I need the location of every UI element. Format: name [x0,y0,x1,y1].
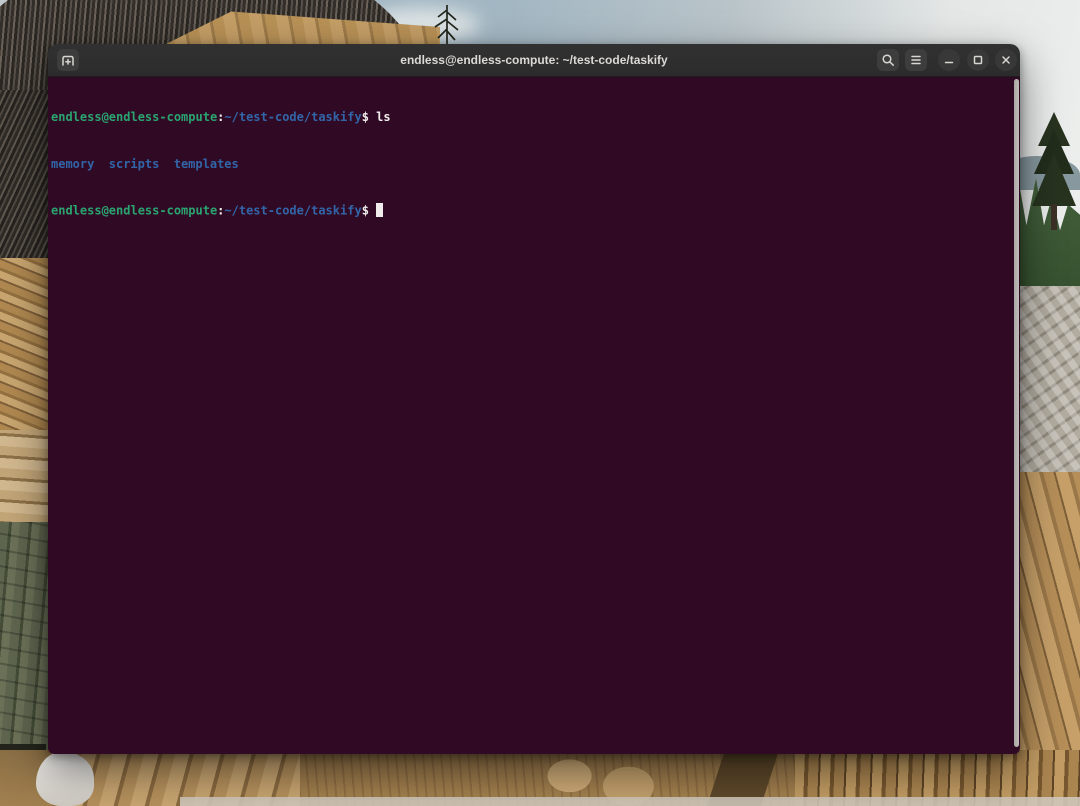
scrollbar[interactable] [1014,79,1019,747]
wallpaper-green-shingles [0,522,50,762]
wallpaper-light-ledge [180,797,1080,806]
wallpaper-sapling-tree [423,0,471,48]
minimize-button[interactable] [938,49,960,71]
minimize-icon [941,52,957,68]
terminal-line-prompt-ls: endless@endless-compute:~/test-code/task… [51,110,1010,126]
ls-entry: templates [174,157,239,171]
maximize-button[interactable] [967,49,989,71]
terminal-line-prompt-current: endless@endless-compute:~/test-code/task… [51,203,1010,219]
menu-button[interactable] [905,49,927,71]
terminal-cursor [376,203,383,217]
prompt-path: ~/test-code/taskify [224,110,361,124]
close-button[interactable] [995,49,1017,71]
prompt-user-host: endless@endless-compute [51,110,217,124]
ls-entry: memory [51,157,94,171]
maximize-icon [970,52,986,68]
prompt-symbol: $ [362,204,369,218]
terminal-window: endless@endless-compute: ~/test-code/tas… [48,44,1020,754]
titlebar[interactable]: endless@endless-compute: ~/test-code/tas… [48,44,1020,77]
new-tab-icon [58,50,78,70]
new-tab-button[interactable] [57,49,79,71]
terminal-screen[interactable]: endless@endless-compute:~/test-code/task… [48,77,1020,754]
wallpaper-left-shingles [0,258,50,442]
wallpaper-left-planks [0,430,50,534]
prompt-symbol: $ [362,110,369,124]
prompt-path: ~/test-code/taskify [224,204,361,218]
prompt-user-host: endless@endless-compute [51,204,217,218]
menu-icon [907,51,925,69]
wallpaper-pine-tree [1028,112,1080,230]
command-text: ls [369,110,391,124]
wallpaper-left-twigs [0,90,50,280]
search-button[interactable] [877,49,899,71]
terminal-line-ls-output: memory scripts templates [51,157,1010,173]
ls-entry: scripts [109,157,160,171]
wallpaper-white-figure [36,752,94,806]
search-icon [879,51,897,69]
window-title: endless@endless-compute: ~/test-code/tas… [48,53,1020,67]
close-icon [998,52,1014,68]
